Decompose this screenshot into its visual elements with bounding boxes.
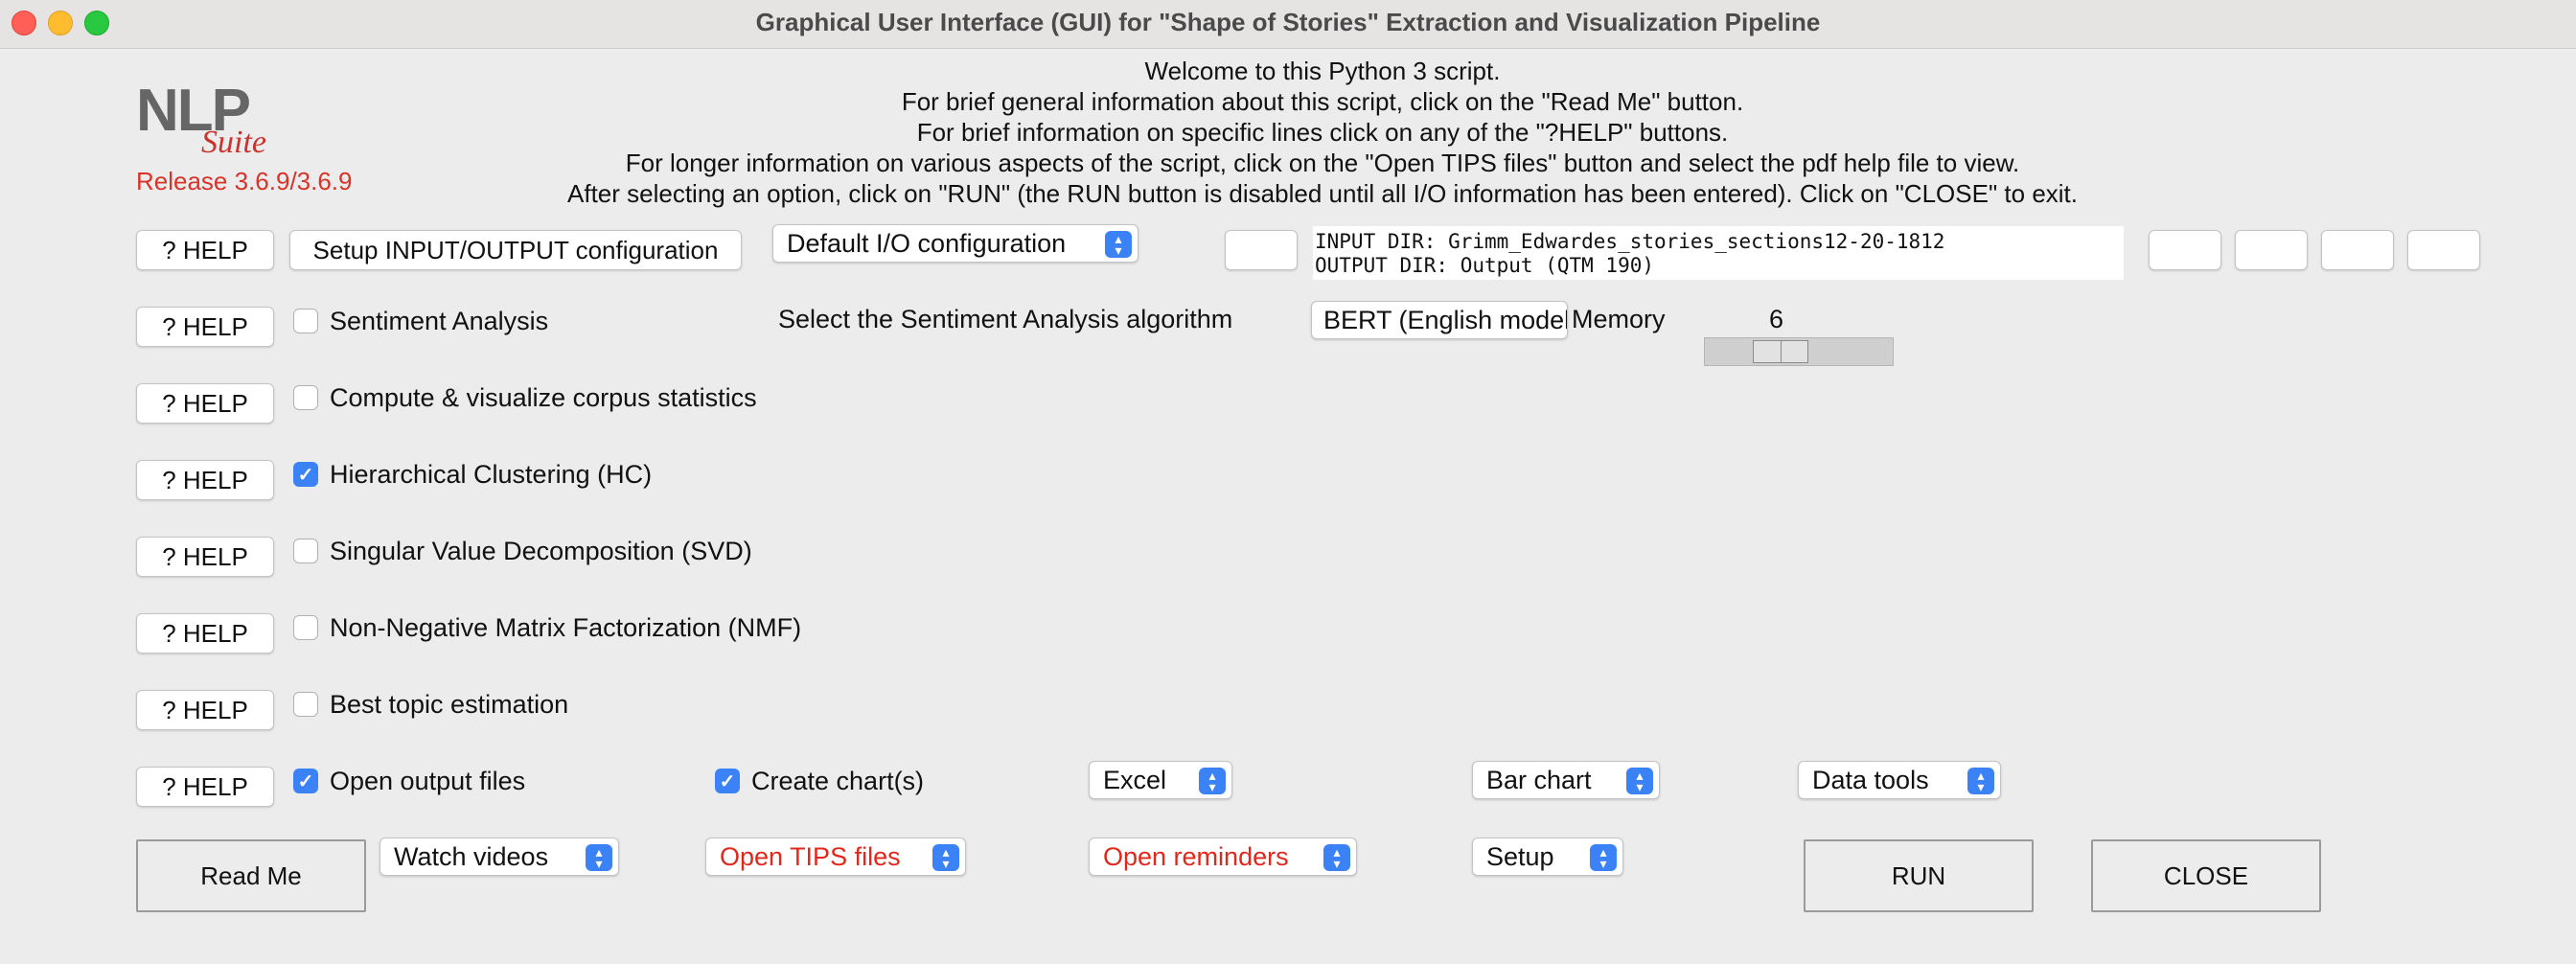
chevron-updown-icon: ▴ ▾ [1199,768,1226,794]
create-charts-label: Create chart(s) [751,767,925,795]
sentiment-checkbox[interactable] [293,309,318,333]
read-me-button[interactable]: Read Me [136,839,366,912]
help-button-nmf[interactable]: ? HELP [136,613,274,654]
close-button[interactable]: CLOSE [2091,839,2321,912]
welcome-line: For brief general information about this… [901,87,1744,116]
svd-label: Singular Value Decomposition (SVD) [330,537,752,565]
help-button-best-topic[interactable]: ? HELP [136,690,274,730]
best-topic-label: Best topic estimation [330,690,569,719]
welcome-text: Welcome to this Python 3 script. For bri… [364,56,2281,209]
help-button-hc[interactable]: ? HELP [136,460,274,500]
help-button-io[interactable]: ? HELP [136,230,274,270]
welcome-line: For brief information on specific lines … [916,118,1729,147]
welcome-line: Welcome to this Python 3 script. [1144,57,1501,85]
help-button-corpus-stats[interactable]: ? HELP [136,383,274,424]
chart-type-select[interactable]: Bar chart ▴ ▾ [1472,761,1660,799]
open-reminders-select[interactable]: Open reminders ▴ ▾ [1089,838,1357,876]
io-directory-display: INPUT DIR: Grimm_Edwardes_stories_sectio… [1313,226,2124,280]
chevron-updown-icon: ▴ ▾ [932,844,959,871]
chart-package-value: Excel [1103,765,1167,794]
suite-logo-text: Suite [201,125,266,160]
chart-package-select[interactable]: Excel ▴ ▾ [1089,761,1232,799]
memory-slider-handle[interactable] [1753,340,1808,363]
hc-label: Hierarchical Clustering (HC) [330,460,653,489]
memory-label: Memory [1572,305,1666,333]
sentiment-algo-select[interactable]: BERT (English model) [1311,301,1568,339]
open-tips-select[interactable]: Open TIPS files ▴ ▾ [705,838,966,876]
setup-io-button[interactable]: Setup INPUT/OUTPUT configuration [289,230,742,270]
input-dir-text: INPUT DIR: Grimm_Edwardes_stories_sectio… [1315,230,1945,253]
io-config-select[interactable]: Default I/O configuration ▴ ▾ [772,224,1138,263]
help-button-svd[interactable]: ? HELP [136,537,274,577]
chevron-updown-icon: ▴ ▾ [1105,231,1132,258]
chevron-updown-icon: ▴ ▾ [1323,844,1350,871]
io-blank-button[interactable] [1225,230,1298,270]
io-extra-button-2[interactable] [2235,230,2308,270]
nmf-checkbox[interactable] [293,615,318,640]
svd-checkbox[interactable] [293,539,318,563]
open-output-label: Open output files [330,767,526,795]
help-button-output[interactable]: ? HELP [136,767,274,807]
data-tools-value: Data tools [1812,765,1929,794]
output-dir-text: OUTPUT DIR: Output (QTM 190) [1315,254,1655,277]
io-config-value: Default I/O configuration [787,228,1067,258]
sentiment-label: Sentiment Analysis [330,307,549,335]
setup-value: Setup [1486,841,1554,871]
corpus-stats-label: Compute & visualize corpus statistics [330,383,757,412]
checkmark-icon: ✓ [297,464,314,486]
chevron-updown-icon: ▴ ▾ [1626,768,1653,794]
checkmark-icon: ✓ [719,770,736,792]
chevron-updown-icon: ▴ ▾ [1967,768,1994,794]
window-title: Graphical User Interface (GUI) for "Shap… [755,8,1821,36]
watch-videos-select[interactable]: Watch videos ▴ ▾ [380,838,619,876]
open-output-checkbox[interactable]: ✓ [293,769,318,793]
chevron-updown-icon: ▴ ▾ [586,844,612,871]
welcome-line: After selecting an option, click on "RUN… [567,179,2078,208]
chart-type-value: Bar chart [1486,765,1592,794]
data-tools-select[interactable]: Data tools ▴ ▾ [1798,761,2001,799]
sentiment-algo-value: BERT (English model) [1323,305,1568,334]
hc-checkbox[interactable]: ✓ [293,462,318,487]
open-reminders-value: Open reminders [1103,841,1289,871]
corpus-stats-checkbox[interactable] [293,385,318,410]
memory-slider[interactable] [1704,337,1894,366]
best-topic-checkbox[interactable] [293,692,318,717]
open-tips-value: Open TIPS files [720,841,901,871]
help-button-sentiment[interactable]: ? HELP [136,307,274,347]
create-charts-checkbox[interactable]: ✓ [715,769,740,793]
run-button[interactable]: RUN [1804,839,2034,912]
watch-videos-value: Watch videos [394,841,549,871]
setup-select[interactable]: Setup ▴ ▾ [1472,838,1623,876]
io-extra-button-4[interactable] [2407,230,2480,270]
release-label: Release 3.6.9/3.6.9 [136,167,353,195]
io-extra-button-3[interactable] [2321,230,2394,270]
chevron-updown-icon: ▴ ▾ [1590,844,1617,871]
window-titlebar: Graphical User Interface (GUI) for "Shap… [0,0,2576,49]
memory-value: 6 [1769,305,1784,333]
io-extra-button-1[interactable] [2149,230,2221,270]
sentiment-algo-label: Select the Sentiment Analysis algorithm [778,305,1233,333]
nmf-label: Non-Negative Matrix Factorization (NMF) [330,613,802,642]
welcome-line: For longer information on various aspect… [625,149,2020,177]
checkmark-icon: ✓ [297,770,314,792]
